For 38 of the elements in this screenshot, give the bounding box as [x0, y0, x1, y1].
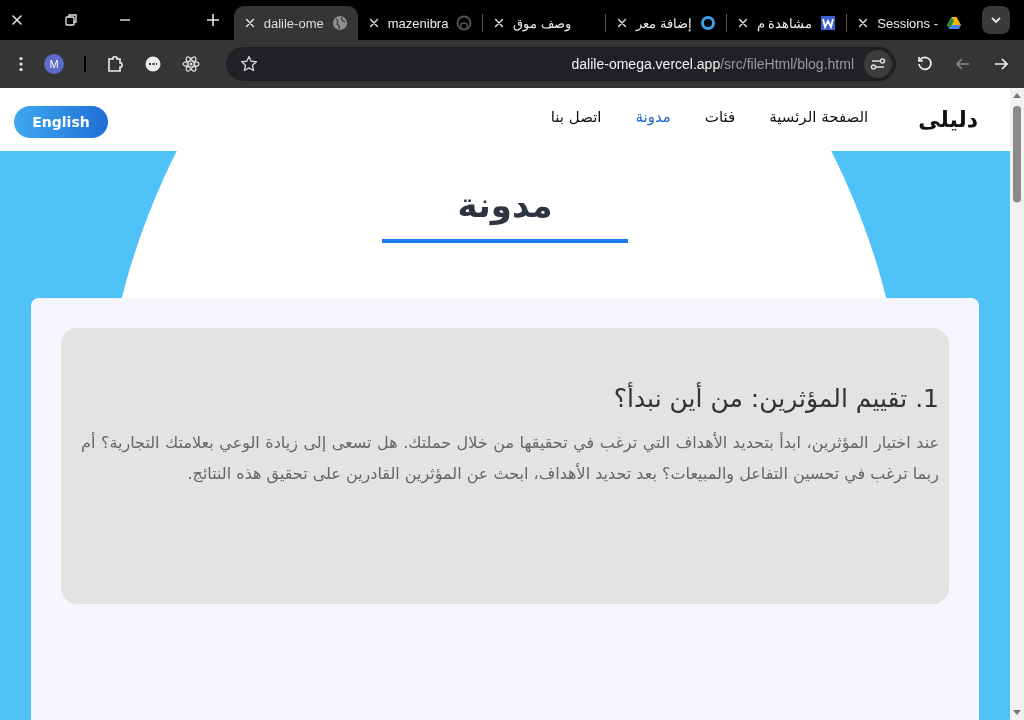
document-icon — [820, 15, 837, 31]
close-icon[interactable] — [857, 17, 870, 29]
close-icon[interactable] — [10, 13, 24, 27]
profile-avatar[interactable]: M — [44, 54, 64, 74]
extension-icon[interactable] — [144, 55, 162, 73]
close-icon[interactable] — [616, 17, 629, 29]
triangle-icon — [946, 15, 962, 31]
page-title: مدونة — [457, 185, 553, 225]
scrollbar[interactable] — [1010, 88, 1024, 720]
nav-link[interactable]: الصفحة الرئسية — [769, 107, 869, 126]
close-icon[interactable] — [367, 17, 380, 29]
star-icon[interactable] — [240, 55, 258, 73]
site-settings-icon[interactable] — [864, 50, 892, 78]
browser-tab[interactable]: mazenibra — [357, 6, 483, 40]
address-bar[interactable]: dalile-omega.vercel.app/src/fileHtml/blog.html — [226, 47, 896, 81]
puzzle-icon[interactable] — [106, 55, 124, 73]
close-icon[interactable] — [493, 17, 506, 29]
reload-icon[interactable] — [916, 55, 934, 73]
close-icon[interactable] — [736, 17, 749, 29]
nav-link[interactable]: فئات — [704, 107, 736, 126]
restore-icon[interactable] — [64, 13, 78, 27]
browser-tab[interactable]: dalile-ome — [233, 6, 358, 40]
browser-tab[interactable]: مشاهدة م — [726, 6, 847, 40]
nav-link[interactable]: اتصل بنا — [550, 107, 602, 126]
globe-icon — [331, 15, 348, 31]
post-text: عند اختيار المؤثرين، ابدأ بتحديد الأهداف التي ترغب في تحقيقها من خلال حملتك. هل تسعى إلى زيادة الوعي بعلامتك التجارية؟ أم ربما ترغب في تحسين التفاعل والمبيعات؟ بعد تحديد الأهداف، ابحث عن المؤثرين القادرين على تحقيق هذه النتائج. — [81, 431, 939, 486]
browser-tab[interactable]: إضافة معر — [606, 6, 726, 40]
post-heading: 1. تقييم المؤثرين: من أين نبدأ؟ — [612, 384, 939, 413]
atom-icon[interactable] — [182, 55, 200, 73]
browser-tab[interactable]: وصف موق — [483, 6, 606, 40]
tab-search-icon[interactable] — [982, 6, 1010, 34]
menu-icon[interactable] — [18, 56, 24, 72]
new-tab-icon[interactable] — [205, 13, 220, 27]
browser-tab[interactable]: Sessions - — [847, 6, 972, 40]
ring-icon — [699, 15, 716, 31]
close-icon[interactable] — [243, 17, 256, 29]
nav-link[interactable]: مدونة — [635, 107, 671, 126]
site-logo[interactable]: دليلى — [918, 107, 978, 132]
